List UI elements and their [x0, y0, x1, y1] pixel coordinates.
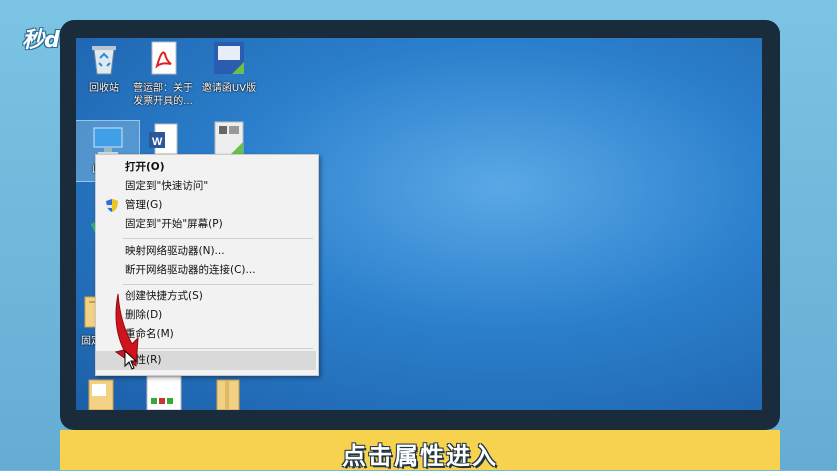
folder-icon [81, 376, 119, 410]
menu-separator [123, 284, 313, 285]
caption-text: 点击属性进入 [342, 442, 498, 470]
image-file-icon [145, 374, 183, 410]
desktop-icon-pdf[interactable]: 营运部：关于发票开具的... [130, 40, 196, 108]
pdf-file-icon [144, 40, 182, 78]
caption-bar: 点击属性进入 [60, 430, 780, 470]
desktop-icon-label: 营运部：关于发票开具的... [133, 83, 193, 107]
menu-item-map-network-drive[interactable]: 映射网络驱动器(N)... [96, 242, 316, 261]
desktop-icon-folder-3[interactable] [194, 376, 258, 410]
desktop-icon-label: 邀请函UV版 [201, 83, 257, 94]
menu-item-pin-quick-access[interactable]: 固定到"快速访问" [96, 177, 316, 196]
menu-item-open[interactable]: 打开(O) [96, 158, 316, 177]
menu-separator [123, 348, 313, 349]
menu-separator [123, 238, 313, 239]
menu-item-label: 管理(G) [125, 199, 163, 211]
desktop-icon-invitation[interactable]: 邀请函UV版 [194, 40, 264, 95]
uac-shield-icon [106, 199, 118, 212]
recycle-bin-icon [85, 40, 123, 78]
desktop-icon-recycle-bin[interactable]: 回收站 [76, 40, 136, 95]
menu-item-disconnect-network-drive[interactable]: 断开网络驱动器的连接(C)... [96, 261, 316, 280]
menu-item-pin-start[interactable]: 固定到"开始"屏幕(P) [96, 215, 316, 234]
desktop-icon-label: 回收站 [89, 83, 119, 94]
desktop-icon-image-2[interactable] [196, 120, 260, 158]
desktop-icon-folder-2[interactable] [76, 376, 132, 410]
desktop-icon-image[interactable] [132, 374, 196, 410]
folder-icon [207, 376, 245, 410]
menu-item-manage[interactable]: 管理(G) [96, 196, 316, 215]
image-file-icon [209, 120, 247, 158]
mouse-cursor-icon [124, 350, 138, 370]
image-file-icon [210, 40, 248, 78]
svg-text:W: W [152, 136, 163, 148]
